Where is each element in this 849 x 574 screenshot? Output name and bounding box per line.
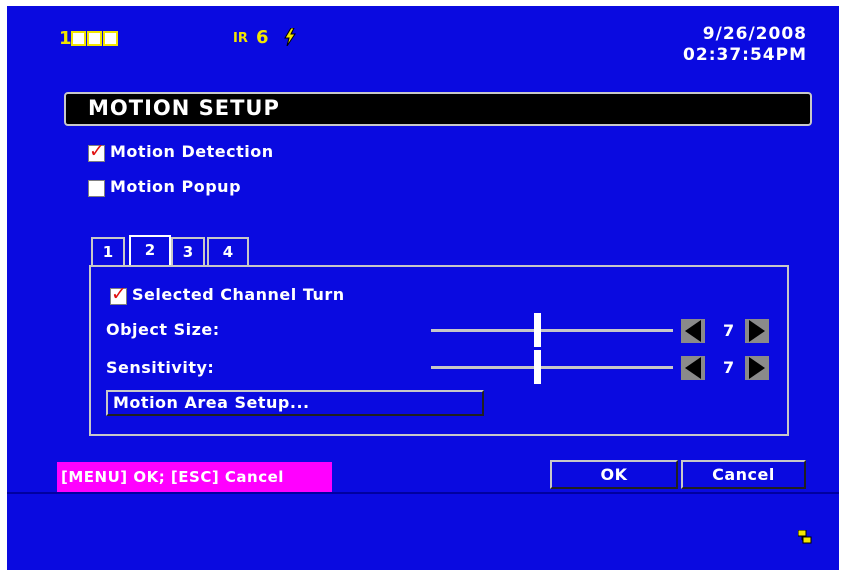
- motion-detection-checkbox[interactable]: [88, 140, 105, 162]
- motion-area-setup-button[interactable]: Motion Area Setup...: [106, 390, 484, 416]
- tab-2[interactable]: 2: [129, 235, 171, 265]
- network-icon: [798, 530, 812, 544]
- record-status-icon: [103, 31, 118, 46]
- dvr-screen: 1 IR 6 9/26/2008 02:37:54PM MOTION SETUP…: [7, 6, 839, 570]
- left-arrow-icon: [685, 357, 701, 379]
- object-size-increase-button[interactable]: [745, 319, 769, 343]
- left-arrow-icon: [685, 320, 701, 342]
- sensitivity-slider[interactable]: [431, 366, 673, 369]
- tab-label: 2: [144, 241, 156, 259]
- channel-number: 1: [59, 28, 72, 49]
- object-size-value: 7: [723, 321, 735, 340]
- tab-1[interactable]: 1: [91, 237, 125, 265]
- object-size-slider-thumb[interactable]: [534, 313, 542, 347]
- motion-detection-label: Motion Detection: [110, 142, 274, 161]
- tab-label: 1: [102, 243, 114, 261]
- object-size-slider[interactable]: [431, 329, 673, 332]
- ir-label: IR: [233, 31, 248, 46]
- selected-channel-turn-label: Selected Channel Turn: [132, 285, 345, 304]
- sensitivity-label: Sensitivity:: [106, 358, 215, 377]
- right-arrow-icon: [749, 320, 765, 342]
- sensitivity-slider-thumb[interactable]: [534, 350, 542, 384]
- tab-label: 4: [222, 243, 234, 261]
- dialog-title-bar: MOTION SETUP: [64, 92, 812, 126]
- date-display: 9/26/2008: [702, 24, 807, 44]
- sensitivity-decrease-button[interactable]: [681, 356, 705, 380]
- cancel-button[interactable]: Cancel: [681, 460, 806, 489]
- page-title: MOTION SETUP: [88, 96, 280, 120]
- object-size-decrease-button[interactable]: [681, 319, 705, 343]
- divider: [7, 492, 839, 494]
- sensitivity-increase-button[interactable]: [745, 356, 769, 380]
- record-status-icon: [71, 31, 86, 46]
- time-display: 02:37:54PM: [683, 45, 807, 65]
- right-arrow-icon: [749, 357, 765, 379]
- motion-popup-checkbox[interactable]: [88, 180, 105, 197]
- tab-4[interactable]: 4: [207, 237, 249, 265]
- ir-value: 6: [256, 27, 269, 48]
- ok-button[interactable]: OK: [550, 460, 678, 489]
- record-status-icon: [87, 31, 102, 46]
- key-hint: [MENU] OK; [ESC] Cancel: [57, 462, 332, 492]
- tab-label: 3: [182, 243, 194, 261]
- flash-icon: [284, 28, 296, 46]
- selected-channel-turn-checkbox[interactable]: [110, 283, 127, 305]
- tab-3[interactable]: 3: [171, 237, 205, 265]
- motion-popup-label: Motion Popup: [110, 177, 242, 196]
- object-size-label: Object Size:: [106, 320, 220, 339]
- sensitivity-value: 7: [723, 358, 735, 377]
